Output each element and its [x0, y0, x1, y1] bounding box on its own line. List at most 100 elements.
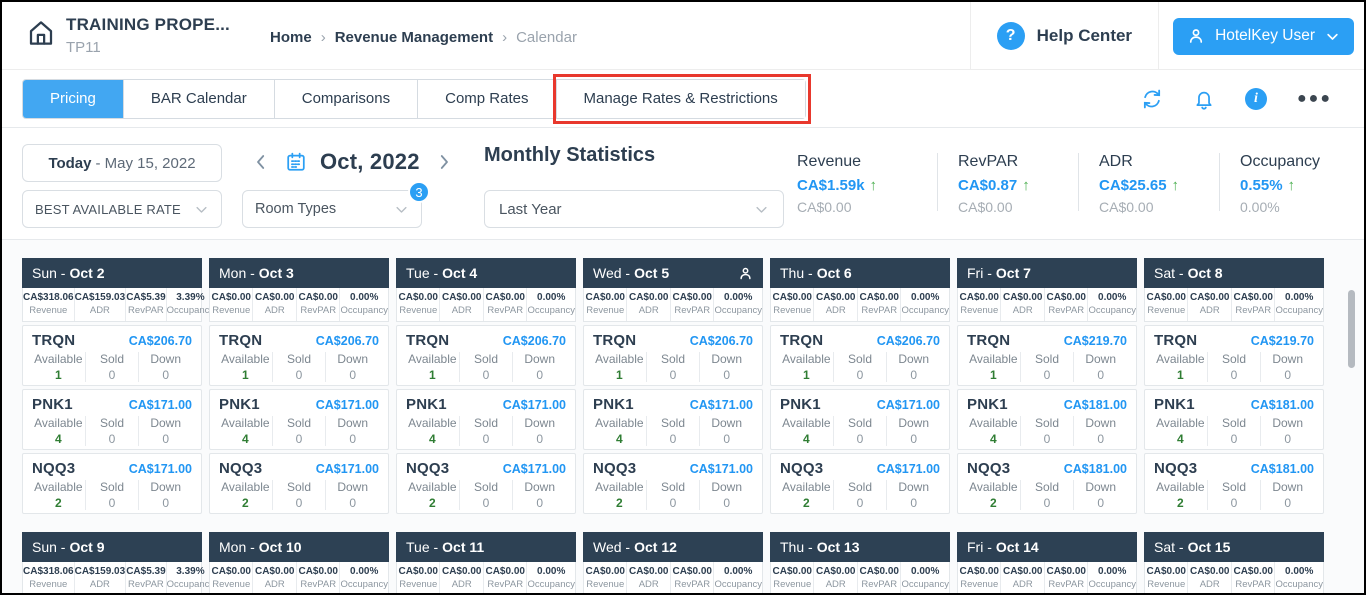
day-header[interactable]: Sat -Oct 15	[1144, 532, 1324, 562]
day-stat-label: Occupancy	[340, 305, 388, 316]
day-header[interactable]: Fri -Oct 7	[957, 258, 1137, 288]
room-metric-value: 0	[1074, 496, 1127, 510]
room-metric-label: Available	[593, 416, 646, 430]
day-header[interactable]: Thu -Oct 6	[770, 258, 950, 288]
room-card-nqq3[interactable]: NQQ3CA$171.00Available2Sold0Down0	[22, 453, 202, 514]
user-menu-button[interactable]: HotelKey User	[1173, 18, 1354, 55]
room-rate[interactable]: CA$206.70	[503, 334, 566, 348]
room-rate[interactable]: CA$171.00	[877, 398, 940, 412]
day-header[interactable]: Tue -Oct 4	[396, 258, 576, 288]
property-block[interactable]: TRAINING PROPE... TP11	[2, 15, 252, 56]
room-rate[interactable]: CA$206.70	[316, 334, 379, 348]
room-card-trqn[interactable]: TRQNCA$219.70Available1Sold0Down0	[957, 325, 1137, 386]
rate-plan-dropdown[interactable]: BEST AVAILABLE RATE	[22, 190, 222, 228]
next-month-icon[interactable]	[433, 151, 455, 173]
day-header[interactable]: Wed -Oct 5	[583, 258, 763, 288]
day-stat-revenue: CA$0.00Revenue	[210, 288, 252, 321]
room-card-pnk1[interactable]: PNK1CA$181.00Available4Sold0Down0	[957, 389, 1137, 450]
tab-bar-calendar[interactable]: BAR Calendar	[123, 80, 274, 118]
room-metric-sold: Sold0	[1207, 352, 1261, 382]
room-rate[interactable]: CA$219.70	[1251, 334, 1314, 348]
day-stat-adr: CA$0.00ADR	[1000, 288, 1043, 321]
day-header[interactable]: Sun -Oct 9	[22, 532, 202, 562]
room-rate[interactable]: CA$206.70	[690, 334, 753, 348]
day-header[interactable]: Mon -Oct 3	[209, 258, 389, 288]
refresh-icon[interactable]	[1141, 88, 1163, 110]
room-card-nqq3[interactable]: NQQ3CA$171.00Available2Sold0Down0	[209, 453, 389, 514]
room-metric-label: Down	[513, 416, 566, 430]
previous-month-icon[interactable]	[250, 151, 272, 173]
room-rate[interactable]: CA$171.00	[503, 462, 566, 476]
day-stat-occupancy: 0.00%Occupancy	[1087, 288, 1136, 321]
today-button[interactable]: Today - May 15, 2022	[22, 144, 222, 182]
room-rate[interactable]: CA$171.00	[877, 462, 940, 476]
day-header[interactable]: Sat -Oct 8	[1144, 258, 1324, 288]
room-card-nqq3[interactable]: NQQ3CA$171.00Available2Sold0Down0	[396, 453, 576, 514]
room-card-nqq3[interactable]: NQQ3CA$181.00Available2Sold0Down0	[1144, 453, 1324, 514]
tab-comparisons[interactable]: Comparisons	[274, 80, 417, 118]
room-rate[interactable]: CA$171.00	[690, 462, 753, 476]
room-rate[interactable]: CA$171.00	[129, 462, 192, 476]
room-metric-down: Down0	[699, 480, 753, 510]
ellipsis-icon[interactable]: ●●●	[1297, 90, 1332, 108]
tab-pricing[interactable]: Pricing	[23, 80, 123, 118]
room-rate[interactable]: CA$181.00	[1064, 462, 1127, 476]
room-card-pnk1[interactable]: PNK1CA$171.00Available4Sold0Down0	[209, 389, 389, 450]
room-metric-label: Available	[967, 480, 1020, 494]
room-card-trqn[interactable]: TRQNCA$206.70Available1Sold0Down0	[209, 325, 389, 386]
room-card-pnk1[interactable]: PNK1CA$171.00Available4Sold0Down0	[396, 389, 576, 450]
tab-comp-rates[interactable]: Comp Rates	[417, 80, 555, 118]
day-stat-label: RevPAR	[1232, 305, 1274, 316]
room-type-code: NQQ3	[1154, 460, 1197, 477]
room-card-pnk1[interactable]: PNK1CA$181.00Available4Sold0Down0	[1144, 389, 1324, 450]
room-metric-sold: Sold0	[1020, 352, 1074, 382]
room-metric-label: Sold	[460, 416, 513, 430]
chevron-down-icon	[194, 202, 209, 217]
room-type-code: NQQ3	[406, 460, 449, 477]
room-metric-sold: Sold0	[272, 352, 326, 382]
day-stat-adr: CA$0.00ADR	[626, 288, 669, 321]
info-icon[interactable]: i	[1245, 88, 1267, 110]
room-card-nqq3[interactable]: NQQ3CA$171.00Available2Sold0Down0	[583, 453, 763, 514]
tab-manage-rates-restrictions[interactable]: Manage Rates & Restrictions	[556, 80, 805, 118]
comparison-dropdown[interactable]: Last Year	[484, 190, 784, 228]
room-card-trqn[interactable]: TRQNCA$219.70Available1Sold0Down0	[1144, 325, 1324, 386]
day-header[interactable]: Mon -Oct 10	[209, 532, 389, 562]
room-rate[interactable]: CA$171.00	[316, 398, 379, 412]
room-card-nqq3[interactable]: NQQ3CA$181.00Available2Sold0Down0	[957, 453, 1137, 514]
room-rate[interactable]: CA$206.70	[129, 334, 192, 348]
room-types-dropdown[interactable]: Room Types 3	[242, 190, 422, 228]
day-header[interactable]: Sun -Oct 2	[22, 258, 202, 288]
room-rate[interactable]: CA$219.70	[1064, 334, 1127, 348]
day-stat-value: CA$0.00	[1001, 566, 1043, 577]
room-card-pnk1[interactable]: PNK1CA$171.00Available4Sold0Down0	[770, 389, 950, 450]
breadcrumb-revenue-management[interactable]: Revenue Management	[335, 29, 493, 46]
room-card-pnk1[interactable]: PNK1CA$171.00Available4Sold0Down0	[583, 389, 763, 450]
room-card-trqn[interactable]: TRQNCA$206.70Available1Sold0Down0	[770, 325, 950, 386]
room-card-pnk1[interactable]: PNK1CA$171.00Available4Sold0Down0	[22, 389, 202, 450]
breadcrumb-home[interactable]: Home	[270, 29, 312, 46]
day-stat-label: RevPAR	[1045, 579, 1087, 590]
day-header[interactable]: Fri -Oct 14	[957, 532, 1137, 562]
room-rate[interactable]: CA$181.00	[1064, 398, 1127, 412]
bell-icon[interactable]	[1193, 88, 1215, 110]
room-rate[interactable]: CA$171.00	[129, 398, 192, 412]
day-stat-label: ADR	[440, 305, 482, 316]
room-rate[interactable]: CA$181.00	[1251, 398, 1314, 412]
day-stat-value: CA$0.00	[210, 292, 252, 303]
vertical-scrollbar[interactable]	[1348, 290, 1355, 368]
help-center-button[interactable]: ? Help Center	[971, 22, 1158, 50]
day-stats-row: CA$0.00RevenueCA$0.00ADRCA$0.00RevPAR0.0…	[396, 562, 576, 593]
room-rate[interactable]: CA$181.00	[1251, 462, 1314, 476]
room-rate[interactable]: CA$171.00	[316, 462, 379, 476]
day-header[interactable]: Tue -Oct 11	[396, 532, 576, 562]
day-header[interactable]: Wed -Oct 12	[583, 532, 763, 562]
room-rate[interactable]: CA$206.70	[877, 334, 940, 348]
room-card-trqn[interactable]: TRQNCA$206.70Available1Sold0Down0	[583, 325, 763, 386]
room-rate[interactable]: CA$171.00	[503, 398, 566, 412]
room-card-nqq3[interactable]: NQQ3CA$171.00Available2Sold0Down0	[770, 453, 950, 514]
room-card-trqn[interactable]: TRQNCA$206.70Available1Sold0Down0	[22, 325, 202, 386]
room-card-trqn[interactable]: TRQNCA$206.70Available1Sold0Down0	[396, 325, 576, 386]
room-rate[interactable]: CA$171.00	[690, 398, 753, 412]
day-header[interactable]: Thu -Oct 13	[770, 532, 950, 562]
